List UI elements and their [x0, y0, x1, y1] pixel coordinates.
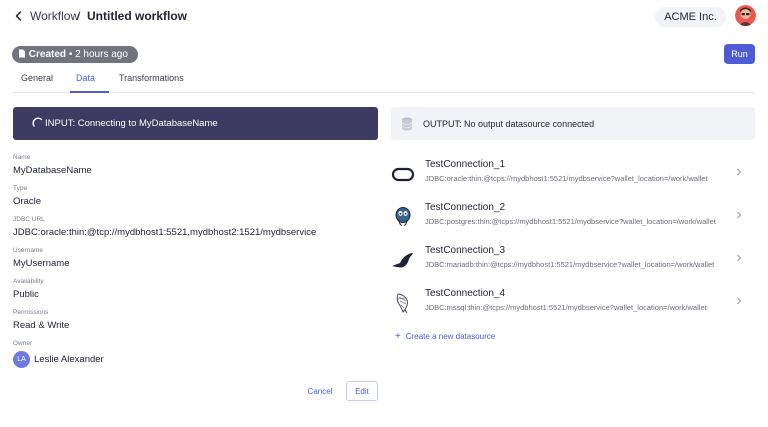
connection-name: TestConnection_3 — [425, 245, 506, 256]
output-banner-title: OUTPUT: No output datasource connected — [423, 119, 595, 129]
back-arrow-icon[interactable] — [12, 9, 26, 23]
connection-row[interactable]: TestConnection_2 JDBC:postgres:thin:@tcp… — [391, 202, 755, 236]
spinner-icon — [32, 117, 43, 127]
chevron-right-icon — [737, 254, 742, 262]
connection-row[interactable]: TestConnection_4 JDBC:mssql:thin:@tcps:/… — [391, 288, 755, 322]
connection-name: TestConnection_2 — [425, 202, 506, 213]
create-datasource-link[interactable]: + Create a new datasource — [395, 331, 495, 342]
field-value-availability: Public — [13, 289, 39, 300]
field-value-type: Oracle — [13, 196, 41, 207]
connection-url: JDBC:mariadb:thin:@tcps://mydbhost1:5521… — [425, 260, 715, 269]
run-button[interactable]: Run — [724, 44, 755, 64]
tab-data[interactable]: Data — [76, 73, 95, 93]
breadcrumb-separator: / — [77, 9, 81, 23]
mssql-icon — [396, 293, 408, 314]
connection-row[interactable]: TestConnection_3 JDBC:mariadb:thin:@tcps… — [391, 245, 755, 279]
postgres-icon — [395, 207, 411, 226]
field-label-username: Username — [13, 247, 43, 254]
chevron-right-icon — [737, 211, 742, 219]
user-avatar[interactable] — [735, 5, 756, 26]
input-banner: INPUT: Connecting to MyDatabaseName — [13, 107, 378, 140]
document-icon — [19, 49, 25, 58]
connection-url: JDBC:mssql:thin:@tcps://mydbhost1:5521/m… — [425, 303, 707, 312]
plus-icon: + — [395, 331, 401, 342]
created-status-badge: Created • 2 hours ago — [12, 46, 138, 63]
org-switcher[interactable]: ACME Inc. — [655, 7, 726, 27]
create-datasource-label: Create a new datasource — [405, 332, 496, 341]
mariadb-icon — [392, 253, 413, 268]
breadcrumb-workflow-link[interactable]: Workflow — [30, 9, 79, 23]
field-label-jdbc-url: JDBC URL — [13, 216, 45, 223]
chevron-right-icon — [737, 168, 742, 176]
connection-url: JDBC:oracle:thin:@tcps://mydbhost1:5521/… — [425, 174, 708, 183]
created-time: 2 hours ago — [75, 49, 128, 60]
connection-url: JDBC:postgres:thin:@tcps://mydbhost1:552… — [425, 217, 716, 226]
field-label-availability: Availability — [13, 278, 44, 285]
field-value-username: MyUsername — [13, 258, 70, 269]
tab-general[interactable]: General — [21, 73, 53, 93]
oracle-icon — [391, 167, 415, 182]
field-value-name: MyDatabaseName — [13, 165, 92, 176]
tab-bar: General Data Transformations — [12, 71, 755, 93]
connection-name: TestConnection_4 — [425, 288, 506, 299]
field-label-type: Type — [13, 185, 28, 192]
connection-name: TestConnection_1 — [425, 159, 506, 170]
field-value-jdbc-url: JDBC:oracle:thin:@tcp://mydbhost1:5521,m… — [13, 227, 317, 238]
chevron-right-icon — [737, 297, 742, 305]
created-label: Created — [28, 49, 67, 60]
database-icon — [401, 117, 413, 131]
edit-button[interactable]: Edit — [346, 381, 378, 401]
active-tab-indicator — [70, 91, 109, 93]
output-banner: OUTPUT: No output datasource connected — [391, 107, 755, 140]
input-banner-title: INPUT: Connecting to MyDatabaseName — [45, 118, 218, 129]
tab-transformations[interactable]: Transformations — [119, 73, 184, 93]
owner-avatar: LA — [13, 351, 30, 368]
owner-name: Leslie Alexander — [34, 354, 104, 365]
field-label-permissions: Permissions — [13, 309, 49, 316]
connection-row[interactable]: TestConnection_1 JDBC:oracle:thin:@tcps:… — [391, 159, 755, 193]
page-title: Untitled workflow — [87, 9, 187, 23]
field-label-owner: Owner — [13, 340, 33, 347]
cancel-button[interactable]: Cancel — [303, 384, 337, 398]
field-value-permissions: Read & Write — [13, 320, 70, 331]
field-label-name: Name — [13, 154, 31, 161]
